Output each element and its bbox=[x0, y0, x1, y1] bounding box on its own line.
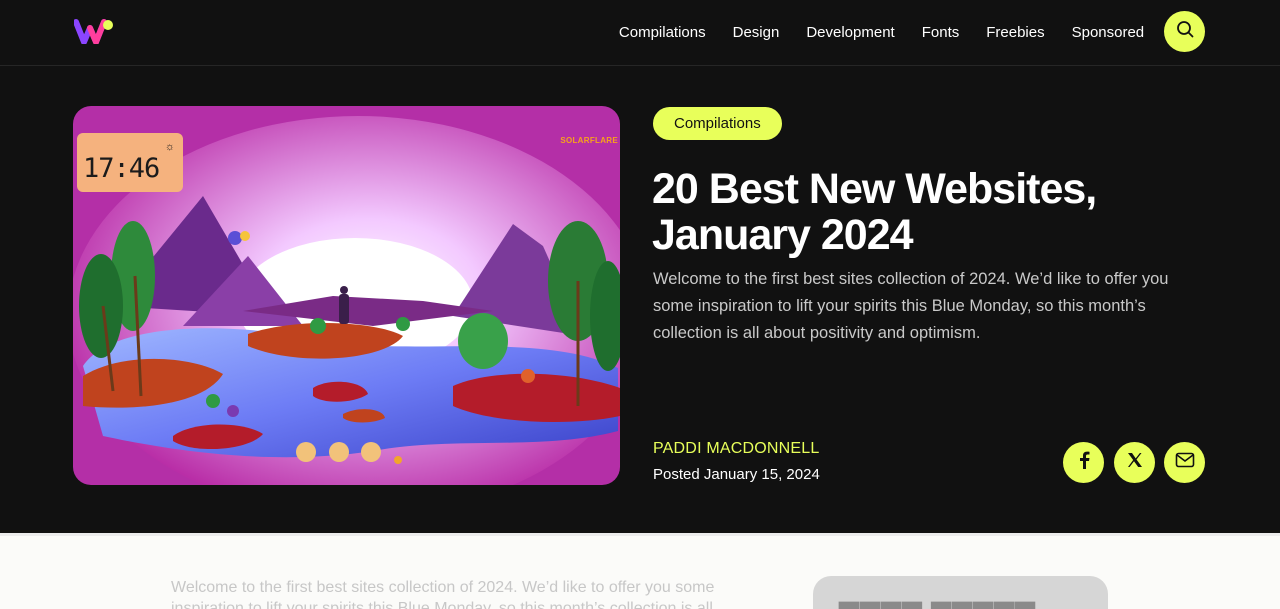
article-intro: Welcome to the first best sites collecti… bbox=[171, 579, 715, 609]
featured-image[interactable]: ☼ 17:46 SOLARFLARE bbox=[73, 106, 620, 485]
main-nav: Compilations Design Development Fonts Fr… bbox=[619, 0, 1192, 64]
search-icon bbox=[1176, 20, 1194, 43]
nav-item-fonts[interactable]: Fonts bbox=[922, 24, 960, 41]
post-date: Posted January 15, 2024 bbox=[653, 466, 820, 483]
site-header: Compilations Design Development Fonts Fr… bbox=[0, 0, 1280, 66]
facebook-icon bbox=[1077, 451, 1091, 474]
category-tag[interactable]: Compilations bbox=[653, 107, 782, 140]
article-title: 20 Best New Websites, January 2024 bbox=[652, 165, 1097, 259]
nav-item-development[interactable]: Development bbox=[806, 24, 894, 41]
sidebar-card-title: ▇▇▇▇ ▇▇▇▇▇ bbox=[839, 598, 1036, 609]
share-email-button[interactable] bbox=[1164, 442, 1205, 483]
hero-section: ☼ 17:46 SOLARFLARE Compilations 20 Best … bbox=[0, 66, 1280, 533]
author-name[interactable]: PADDI MACDONNELL bbox=[653, 440, 820, 458]
brand-logo: SOLARFLARE bbox=[560, 136, 618, 145]
sidebar-card: ▇▇▇▇ ▇▇▇▇▇ bbox=[813, 576, 1108, 609]
site-logo[interactable] bbox=[73, 18, 114, 45]
article-excerpt: Welcome to the first best sites collecti… bbox=[653, 270, 1169, 342]
nav-item-sponsored[interactable]: Sponsored bbox=[1072, 24, 1145, 41]
search-button[interactable] bbox=[1164, 11, 1205, 52]
share-facebook-button[interactable] bbox=[1063, 442, 1104, 483]
nav-item-freebies[interactable]: Freebies bbox=[986, 24, 1044, 41]
mail-icon bbox=[1175, 452, 1195, 473]
x-icon bbox=[1127, 452, 1143, 473]
article-body: Welcome to the first best sites collecti… bbox=[0, 533, 1280, 609]
nav-item-design[interactable]: Design bbox=[733, 24, 780, 41]
nav-item-compilations[interactable]: Compilations bbox=[619, 24, 706, 41]
clock-time: 17:46 bbox=[83, 153, 160, 184]
share-x-button[interactable] bbox=[1114, 442, 1155, 483]
clock-widget: ☼ 17:46 bbox=[77, 133, 183, 192]
sun-icon: ☼ bbox=[164, 141, 175, 153]
